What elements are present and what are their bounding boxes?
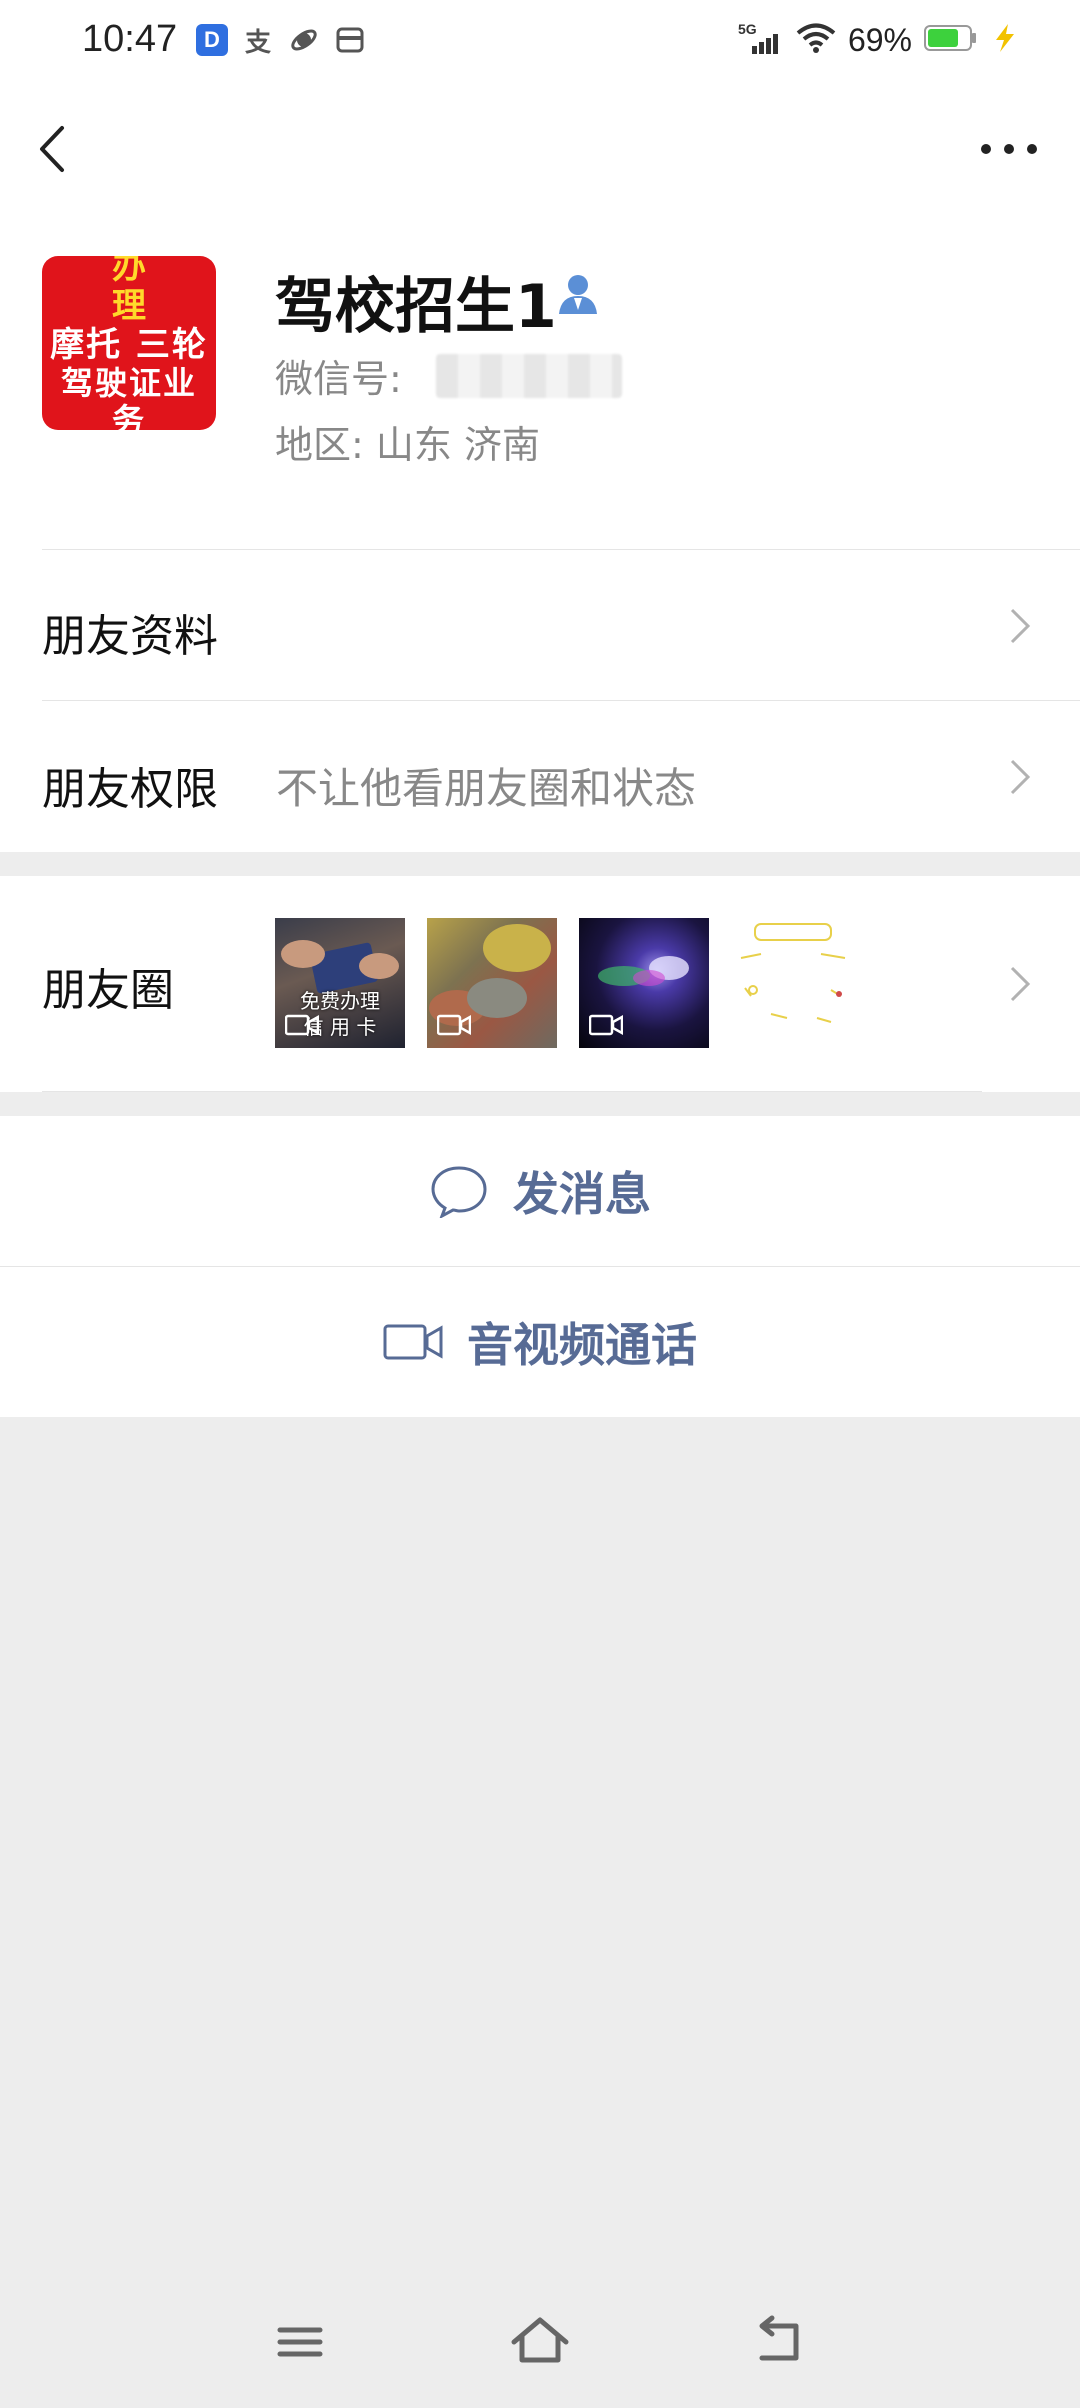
wechat-id-label: 微信号: <box>275 357 402 401</box>
contact-person-icon <box>557 272 599 316</box>
av-call-button[interactable]: 音视频通话 <box>0 1267 1080 1417</box>
moments-thumb[interactable] <box>579 918 709 1048</box>
nav-back-button[interactable] <box>748 2310 812 2374</box>
contact-profile-page: 10:47 D 支 5G 69% 办 理 摩托 三轮 驾驶证业务 驾校招生1 微… <box>0 0 1080 2408</box>
region-text: 地区: 山东 济南 <box>275 423 540 467</box>
more-button[interactable] <box>972 126 1046 172</box>
back-arrow-icon <box>759 2315 799 2361</box>
send-message-label: 发消息 <box>513 1167 651 1221</box>
moments-thumb[interactable] <box>731 918 861 1048</box>
charging-icon <box>990 23 1020 57</box>
home-icon <box>511 2317 569 2363</box>
friend-info-row[interactable]: 朋友资料 <box>0 550 1080 700</box>
video-call-icon <box>383 1324 443 1360</box>
avatar-line-1: 办 理 <box>112 256 168 326</box>
back-button[interactable] <box>26 114 86 184</box>
doodle-photo <box>740 923 846 1023</box>
svg-text:5G: 5G <box>738 21 757 37</box>
moments-label: 朋友圈 <box>42 965 174 1016</box>
video-icon <box>285 1014 319 1036</box>
divider <box>42 1091 982 1092</box>
video-icon <box>437 1014 471 1036</box>
battery-percent: 69% <box>847 21 912 58</box>
notification-icons: D 支 <box>196 24 366 57</box>
contact-name: 驾校招生1 <box>275 272 557 342</box>
status-time: 10:47 <box>82 18 178 60</box>
chevron-left-icon <box>40 126 64 172</box>
friend-info-label: 朋友资料 <box>42 611 218 662</box>
menu-button[interactable] <box>268 2310 332 2374</box>
alipay-icon: 支 <box>242 24 274 57</box>
moments-thumb[interactable]: 免费办理 信 用 卡 <box>275 918 405 1048</box>
friend-permission-value: 不让他看朋友圈和状态 <box>276 764 697 813</box>
wechat-id-value-redacted <box>436 354 622 398</box>
video-icon <box>589 1014 623 1036</box>
d-app-icon: D <box>196 24 228 56</box>
status-bar: 10:47 D 支 5G 69% <box>0 0 1080 86</box>
more-horizontal-icon <box>981 144 1037 154</box>
avatar[interactable]: 办 理 摩托 三轮 驾驶证业务 <box>42 256 216 430</box>
friend-permission-row[interactable]: 朋友权限 不让他看朋友圈和状态 <box>0 701 1080 851</box>
moments-row[interactable]: 朋友圈 免费办理 信 用 卡 <box>0 876 1080 1092</box>
send-message-button[interactable]: 发消息 <box>0 1116 1080 1266</box>
status-right: 5G 69% <box>738 20 1020 60</box>
planet-icon <box>288 24 320 56</box>
home-button[interactable] <box>508 2310 572 2374</box>
wifi-icon <box>796 22 836 58</box>
menu-icon <box>277 2327 323 2357</box>
chat-bubble-icon <box>431 1166 487 1218</box>
network-5g-icon: 5G <box>738 20 784 60</box>
avatar-line-2: 摩托 三轮 <box>50 324 208 365</box>
av-call-label: 音视频通话 <box>467 1318 697 1372</box>
wallet-icon <box>334 24 366 56</box>
chevron-right-icon <box>1010 608 1031 644</box>
friend-permission-label: 朋友权限 <box>42 764 218 815</box>
battery-icon <box>924 23 978 57</box>
chevron-right-icon <box>1010 966 1031 1002</box>
chevron-right-icon <box>1010 759 1031 795</box>
avatar-line-3: 驾驶证业务 <box>60 363 197 430</box>
moments-thumb[interactable] <box>427 918 557 1048</box>
